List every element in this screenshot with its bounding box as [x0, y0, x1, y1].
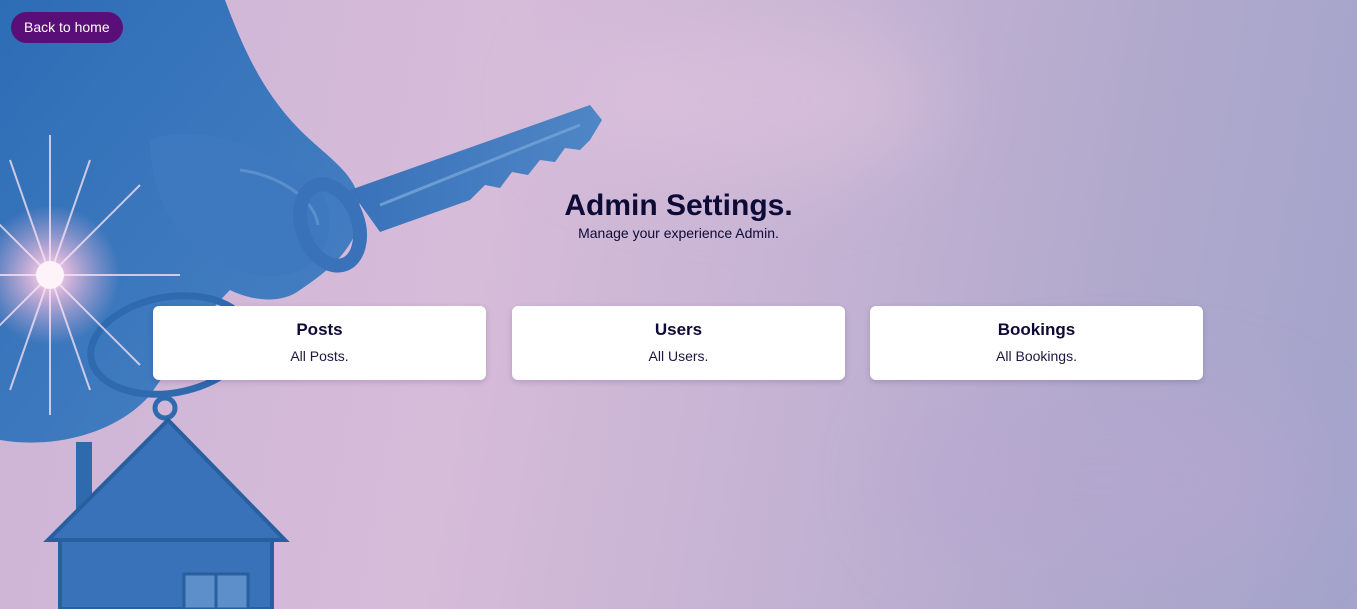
- admin-settings-page: Back to home Admin Settings. Manage your…: [0, 0, 1357, 609]
- page-title: Admin Settings.: [564, 189, 793, 222]
- users-card[interactable]: Users All Users.: [512, 306, 845, 380]
- posts-card[interactable]: Posts All Posts.: [153, 306, 486, 380]
- posts-card-title: Posts: [296, 320, 343, 339]
- bookings-card-description: All Bookings.: [996, 348, 1077, 364]
- background-cloud: [900, 380, 1320, 580]
- back-to-home-button[interactable]: Back to home: [11, 12, 123, 43]
- users-card-description: All Users.: [648, 348, 709, 364]
- admin-cards: Posts All Posts. Users All Users. Bookin…: [153, 306, 1203, 380]
- users-card-title: Users: [654, 320, 703, 339]
- page-subtitle: Manage your experience Admin.: [578, 225, 779, 241]
- page-header: Admin Settings. Manage your experience A…: [0, 188, 1357, 241]
- hero-key-image: [0, 0, 602, 609]
- bookings-card[interactable]: Bookings All Bookings.: [870, 306, 1203, 380]
- bookings-card-title: Bookings: [997, 320, 1076, 339]
- posts-card-description: All Posts.: [290, 348, 349, 364]
